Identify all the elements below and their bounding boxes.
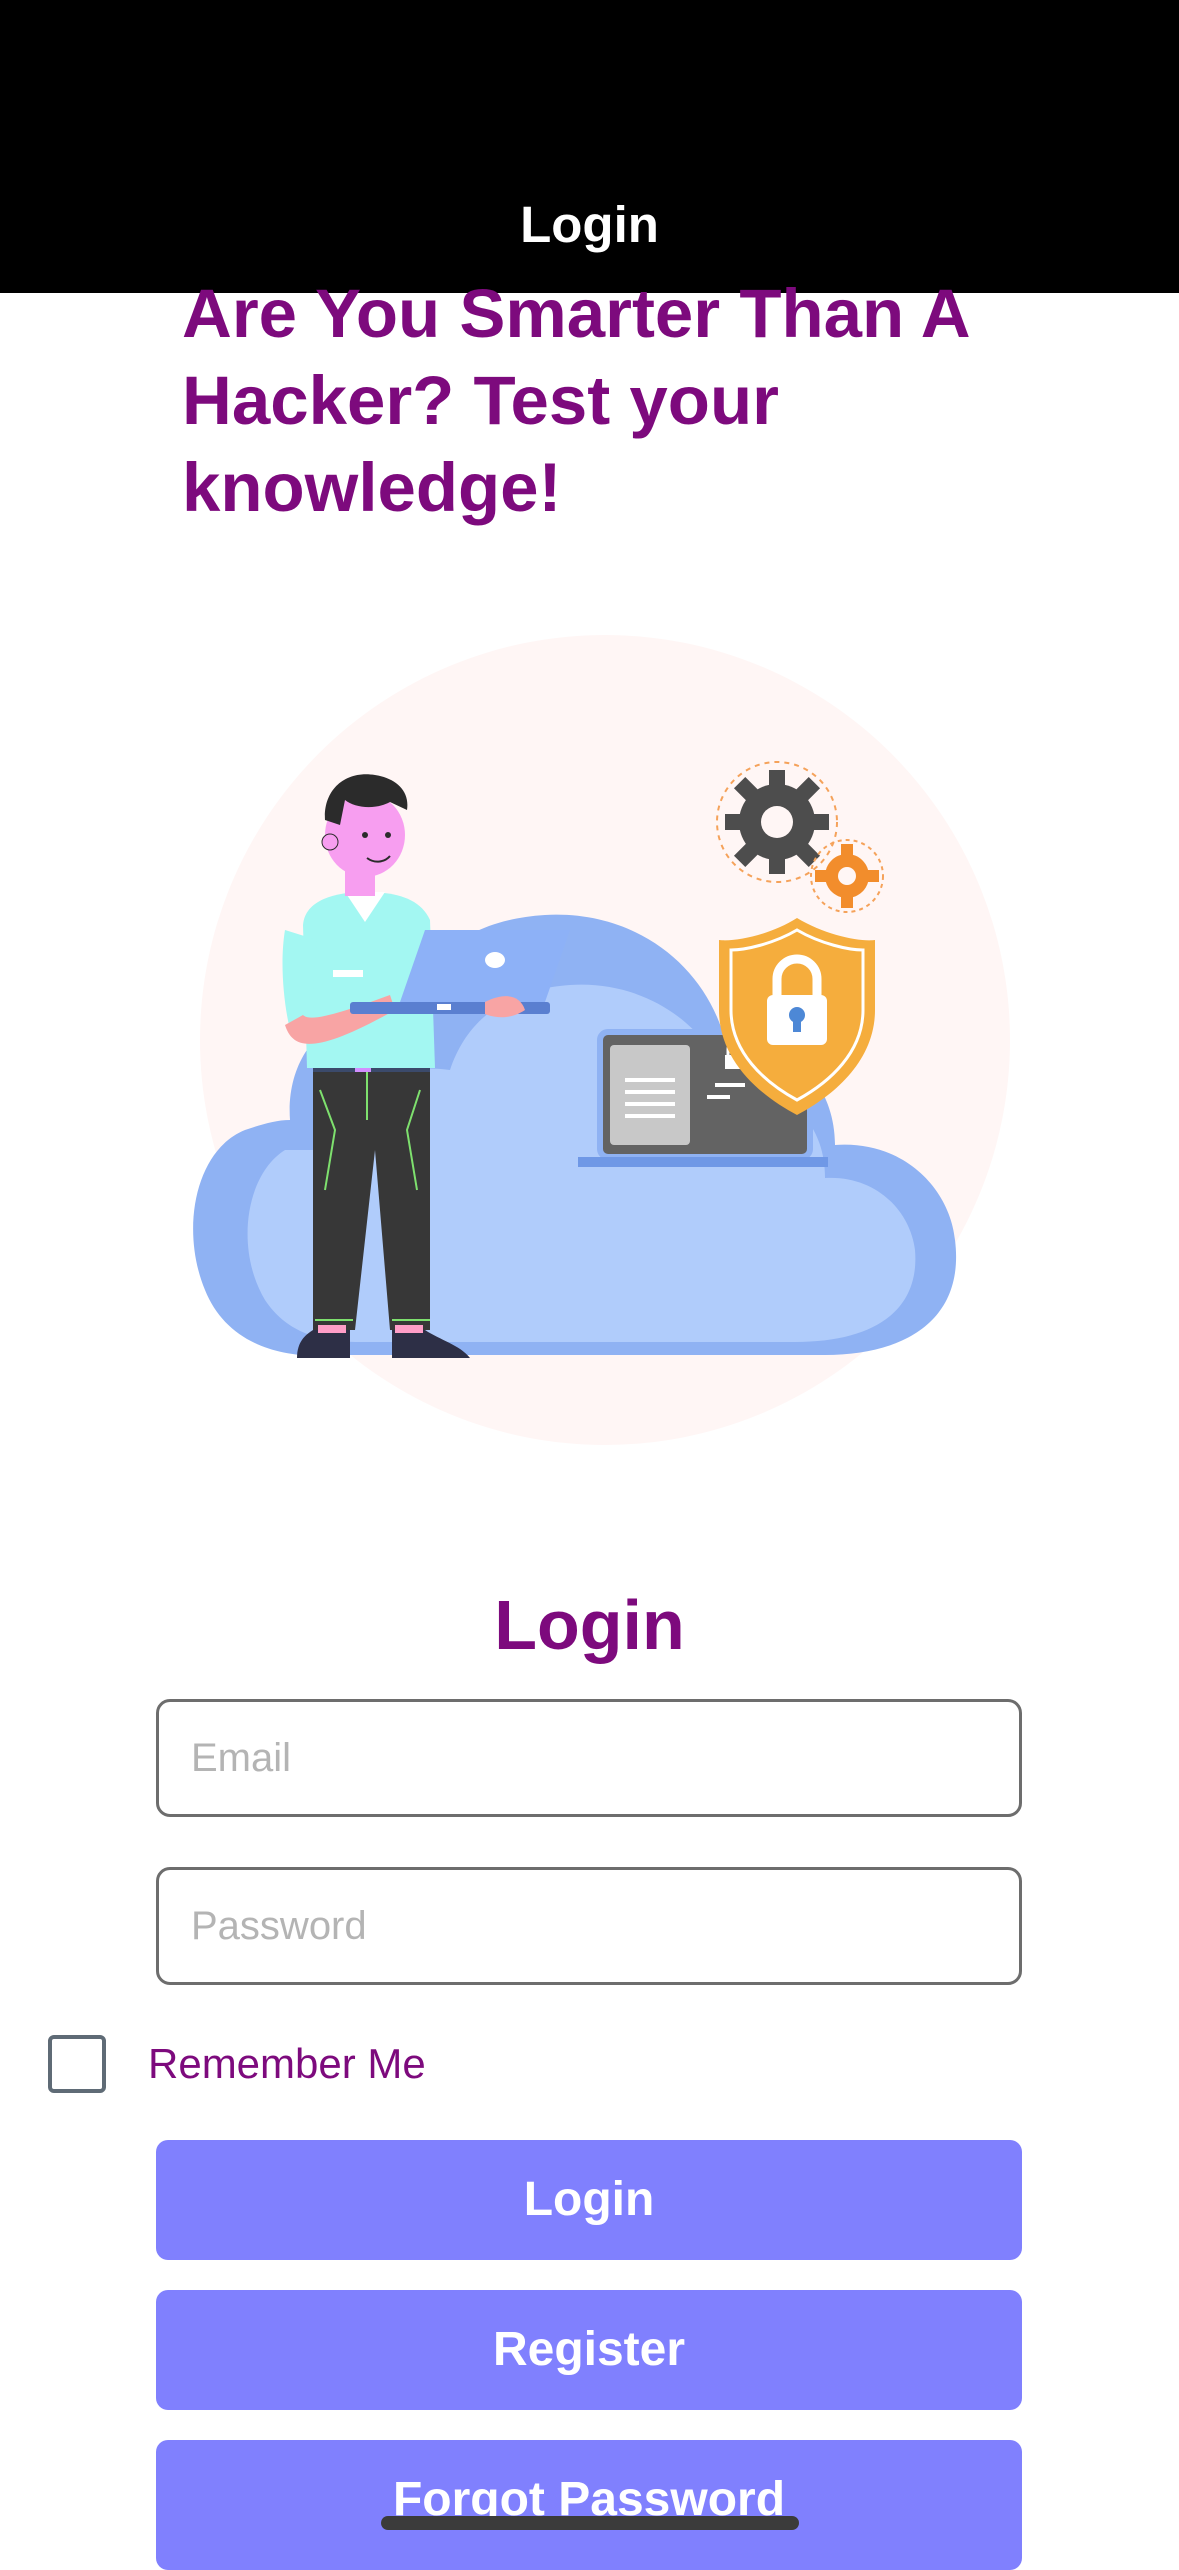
email-input[interactable] <box>156 1699 1022 1817</box>
forgot-password-button[interactable]: Forgot Password <box>156 2440 1022 2570</box>
remember-me-checkbox[interactable] <box>48 2035 106 2093</box>
register-button[interactable]: Register <box>156 2290 1022 2410</box>
login-button[interactable]: Login <box>156 2140 1022 2260</box>
login-heading: Login <box>494 1586 685 1664</box>
nav-title: Login <box>520 196 659 253</box>
laptop-base <box>578 1157 828 1167</box>
password-input[interactable] <box>156 1867 1022 1985</box>
remember-me-label: Remember Me <box>148 2040 426 2087</box>
document-panel <box>610 1045 690 1145</box>
hero-illustration <box>193 635 1010 1445</box>
home-indicator <box>381 2516 799 2530</box>
remember-me-row[interactable]: Remember Me <box>48 2034 426 2094</box>
page-headline: Are You Smarter Than A Hacker? Test your… <box>182 275 969 526</box>
